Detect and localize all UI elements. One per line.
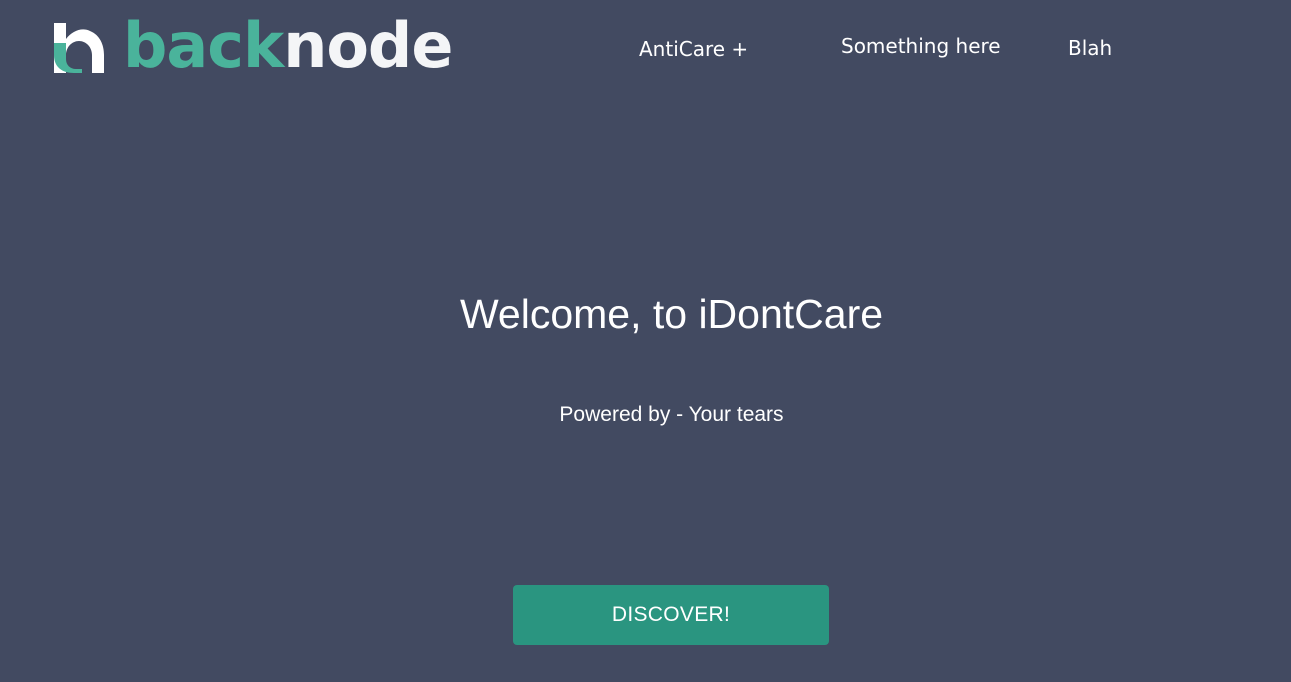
- discover-button[interactable]: DISCOVER!: [513, 585, 829, 645]
- nav-link-anticare[interactable]: AntiCare +: [639, 37, 748, 61]
- brand-wordmark-node: node: [283, 9, 453, 82]
- nav-link-something-here[interactable]: Something here: [841, 34, 1001, 58]
- hero-subtitle: Powered by - Your tears: [559, 403, 784, 426]
- hero-title: Welcome, to iDontCare: [459, 291, 884, 337]
- brand-logo-link[interactable]: backnode: [52, 14, 453, 80]
- site-header: backnode AntiCare + Something here Blah: [0, 0, 1291, 100]
- brand-wordmark: backnode: [123, 14, 453, 78]
- nav-link-blah[interactable]: Blah: [1068, 36, 1112, 60]
- brand-wordmark-back: back: [123, 9, 284, 82]
- backnode-logo-icon: [54, 23, 104, 73]
